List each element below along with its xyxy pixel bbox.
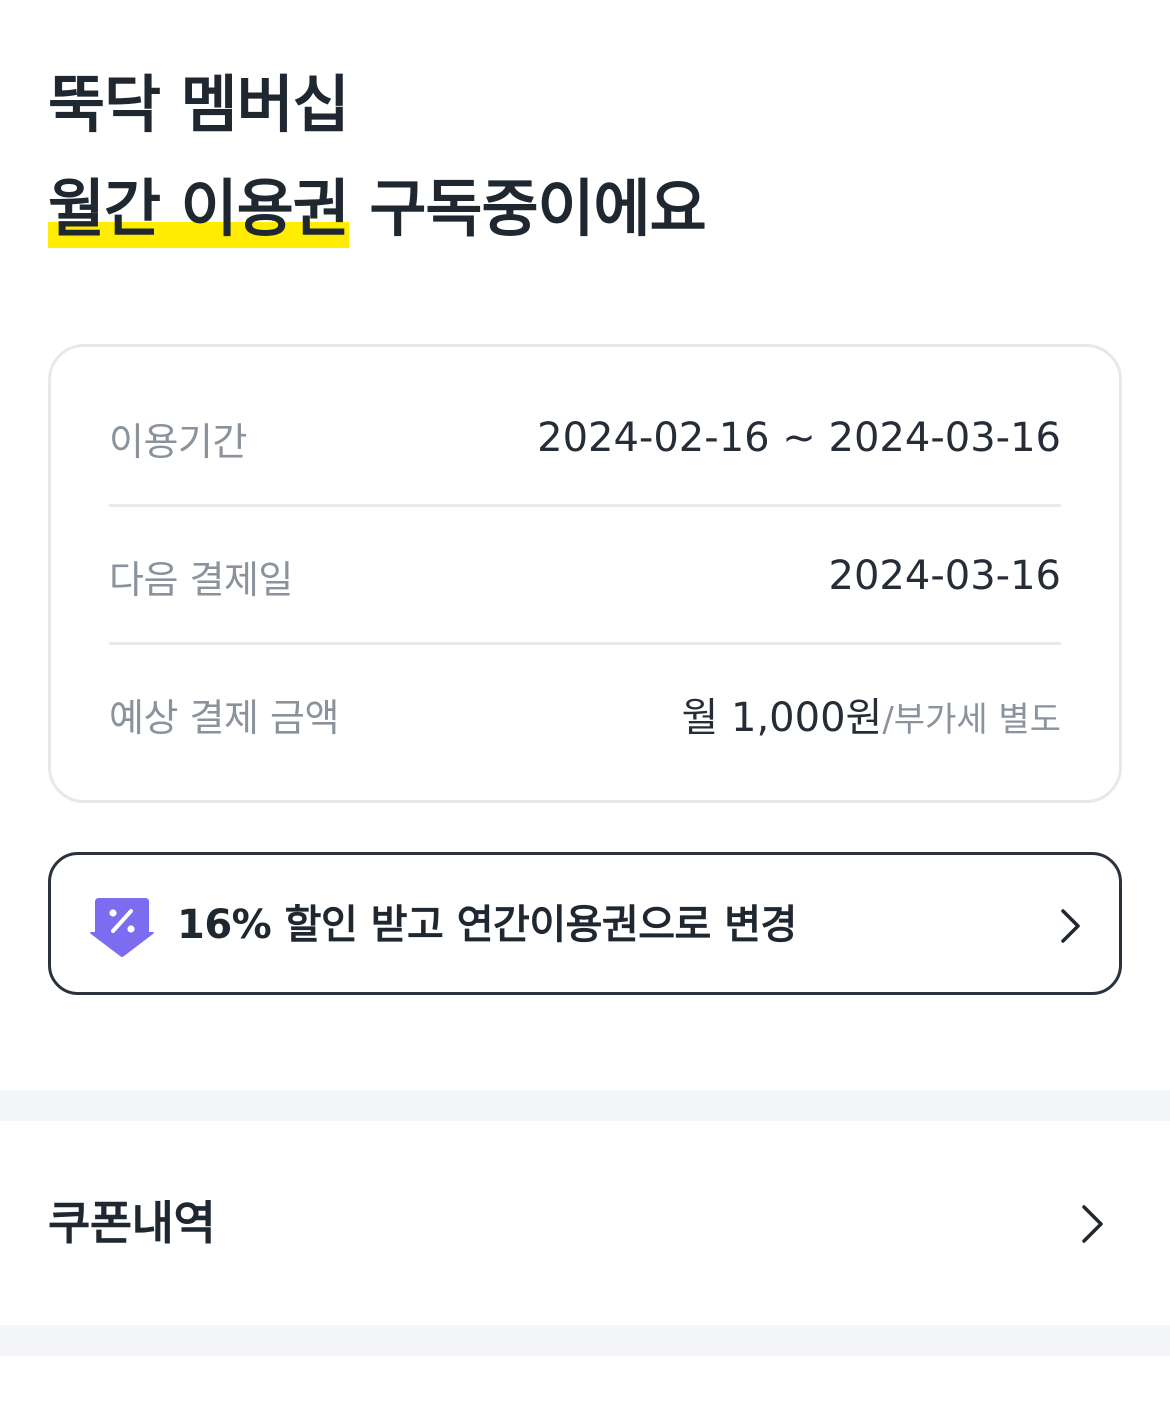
usage-period-row: 이용기간 2024-02-16 ~ 2024-03-16	[109, 369, 1061, 507]
vat-note: /부가세 별도	[882, 700, 1061, 740]
coupon-history-menu-item[interactable]: 쿠폰내역	[0, 1121, 1170, 1325]
chevron-right-icon	[1080, 1203, 1106, 1245]
next-payment-value: 2024-03-16	[828, 553, 1061, 599]
coupon-history-label: 쿠폰내역	[48, 1196, 216, 1250]
subscription-status-suffix: 구독중이에요	[348, 172, 706, 245]
next-payment-row: 다음 결제일 2024-03-16	[109, 507, 1061, 645]
plan-name-highlight: 월간 이용권	[48, 166, 350, 252]
expected-amount-value: 월 1,000원/부가세 별도	[682, 685, 1062, 743]
page-title: 뚝닥 멤버십	[48, 68, 350, 141]
discount-coupon-icon	[89, 896, 155, 958]
subscription-status: 월간 이용권 구독중이에요	[48, 166, 1122, 252]
usage-period-value: 2024-02-16 ~ 2024-03-16	[537, 415, 1061, 461]
chevron-right-icon	[1059, 907, 1083, 945]
usage-period-label: 이용기간	[109, 419, 247, 464]
membership-header: 뚝닥 멤버십 월간 이용권 구독중이에요	[48, 62, 1122, 252]
next-payment-label: 다음 결제일	[109, 557, 293, 602]
expected-amount-row: 예상 결제 금액 월 1,000원/부가세 별도	[109, 645, 1061, 783]
annual-upgrade-button[interactable]: 16% 할인 받고 연간이용권으로 변경	[48, 852, 1122, 995]
annual-upgrade-label: 16% 할인 받고 연간이용권으로 변경	[177, 902, 797, 948]
section-separator	[0, 1090, 1170, 1121]
subscription-info-card: 이용기간 2024-02-16 ~ 2024-03-16 다음 결제일 2024…	[48, 344, 1122, 803]
section-separator	[0, 1325, 1170, 1356]
expected-amount-label: 예상 결제 금액	[109, 695, 339, 740]
expected-amount-price: 월 1,000원	[681, 695, 883, 741]
